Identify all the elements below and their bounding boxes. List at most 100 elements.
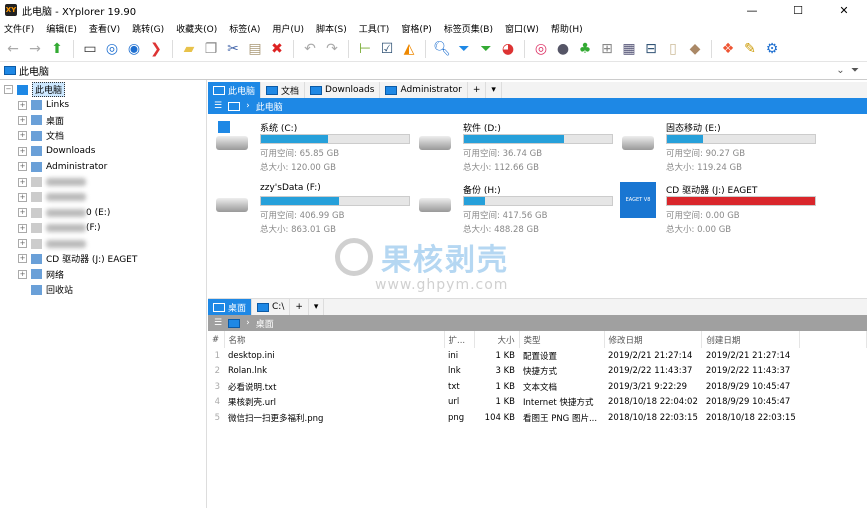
tree-item[interactable]: + [0, 174, 206, 189]
column-header[interactable]: 创建日期 [701, 331, 801, 348]
expander-icon[interactable]: + [18, 223, 27, 233]
minimize-button[interactable]: — [729, 4, 775, 17]
tree-green-icon[interactable]: ♣ [576, 40, 594, 58]
up-icon[interactable]: ⬆ [48, 40, 66, 58]
tree-item[interactable]: + Links [0, 97, 206, 112]
tab[interactable]: Downloads [305, 82, 381, 98]
expander-icon[interactable]: + [18, 162, 27, 172]
tab[interactable]: Administrator [380, 82, 468, 98]
menu-item[interactable]: 跳转(G) [132, 22, 164, 35]
tree-item[interactable]: + CD 驱动器 (J:) EAGET [0, 251, 206, 266]
tree-item[interactable]: + [0, 236, 206, 251]
tree-item[interactable]: + 文档 [0, 128, 206, 143]
breadcrumb-item[interactable]: 桌面 [256, 317, 274, 330]
table-row[interactable]: 1 desktop.ini ini 1 KB 配置设置 2019/2/21 21:27:1… [208, 348, 867, 364]
maximize-button[interactable]: ☐ [775, 4, 821, 17]
column-header[interactable]: 名称 [224, 331, 445, 348]
drive-item[interactable]: 系统 (C:) 可用空间: 65.85 GB 总大小: 120.00 GB [212, 118, 412, 173]
menu-icon[interactable]: ☰ [214, 101, 222, 111]
menu-item[interactable]: 工具(T) [359, 22, 390, 35]
add-tab-button[interactable]: + [468, 82, 487, 98]
close-button[interactable]: ✕ [821, 4, 867, 17]
search-icon[interactable]: 🔍︎ [433, 40, 451, 58]
pie-icon[interactable]: ◕ [499, 40, 517, 58]
add-tab-button[interactable]: + [290, 299, 309, 315]
tree-icon[interactable]: ⊢ [356, 40, 374, 58]
menu-item[interactable]: 用户(U) [272, 22, 304, 35]
tag-icon[interactable]: ◆ [686, 40, 704, 58]
column-header[interactable]: 扩... [444, 331, 475, 348]
column-header[interactable]: 类型 [519, 331, 605, 348]
undo-icon[interactable]: ↶ [301, 40, 319, 58]
breadcrumb-item[interactable]: 此电脑 [256, 100, 283, 113]
tab[interactable]: C:\ [252, 299, 291, 315]
expander-icon[interactable]: + [18, 192, 27, 202]
table-row[interactable]: 4 果核剥壳.url url 1 KB Internet 快捷方式 2018/10/18 … [208, 395, 867, 411]
tree-item[interactable]: +0 (E:) [0, 205, 206, 220]
drive-item[interactable]: 固态移动 (E:) 可用空间: 90.27 GB 总大小: 119.24 GB [618, 118, 818, 173]
colors-icon[interactable]: ❖ [719, 40, 737, 58]
menu-icon[interactable]: ☰ [214, 318, 222, 328]
redo-icon[interactable]: ↷ [323, 40, 341, 58]
tree-item[interactable]: + (F:) [0, 221, 206, 236]
tab[interactable]: 此电脑 [208, 82, 262, 98]
menu-item[interactable]: 帮助(H) [551, 22, 583, 35]
chevron-down-icon[interactable]: ⌄ ⏷ [836, 65, 859, 76]
expander-icon[interactable]: + [18, 239, 27, 249]
menu-item[interactable]: 编辑(E) [46, 22, 77, 35]
tree-item[interactable]: + Downloads [0, 144, 206, 159]
paste-icon[interactable]: ▤ [246, 40, 264, 58]
address-value[interactable]: 此电脑 [19, 63, 49, 78]
notebook-icon[interactable]: ▯ [664, 40, 682, 58]
green-filter-icon[interactable]: ⏷ [477, 40, 495, 58]
expander-icon[interactable]: + [18, 146, 27, 156]
dual-pane-icon[interactable]: ⊟ [642, 40, 660, 58]
column-header[interactable]: 大小 [474, 331, 520, 348]
delete-icon[interactable]: ✖ [268, 40, 286, 58]
column-header[interactable]: 修改日期 [604, 331, 703, 348]
tree-item[interactable]: +回收站 [0, 282, 206, 297]
menu-item[interactable]: 窗口(W) [505, 22, 539, 35]
settings-icon[interactable]: ⚙ [763, 40, 781, 58]
tree-item[interactable]: + 网络 [0, 267, 206, 282]
expander-icon[interactable]: + [18, 269, 27, 279]
expander-icon[interactable]: + [18, 115, 27, 125]
drive-item[interactable]: EAGET V8 CD 驱动器 (J:) EAGET 可用空间: 0.00 GB 总大… [618, 180, 818, 235]
cut-icon[interactable]: ✂ [224, 40, 242, 58]
table-row[interactable]: 2 Rolan.lnk lnk 3 KB 快捷方式 2019/2/22 11:43:37 2… [208, 364, 867, 380]
tab-list-dropdown-icon[interactable]: ▾ [486, 82, 502, 98]
pizza-icon[interactable]: ◭ [400, 40, 418, 58]
computer-icon[interactable]: ▭ [81, 40, 99, 58]
expander-icon[interactable]: + [18, 208, 27, 218]
tree-item[interactable]: + 桌面 [0, 113, 206, 128]
goto-icon[interactable]: ❯ [147, 40, 165, 58]
menu-item[interactable]: 标签(A) [229, 22, 260, 35]
tab[interactable]: 桌面 [208, 299, 253, 315]
back-icon[interactable]: ← [4, 40, 22, 58]
tree-item[interactable]: − 此电脑 [0, 82, 206, 98]
checkbox-icon[interactable]: ☑ [378, 40, 396, 58]
spiral-icon[interactable]: ◎ [532, 40, 550, 58]
grid-icon[interactable]: ⊞ [598, 40, 616, 58]
expander-icon[interactable]: − [4, 85, 13, 95]
table-row[interactable]: 3 必看说明.txt txt 1 KB 文本文档 2019/3/21 9:22:29 201… [208, 379, 867, 395]
menu-item[interactable]: 文件(F) [4, 22, 34, 35]
table-row[interactable]: 5 微信扫一扫更多福利.png png 104 KB 看图王 PNG 图片... 2018… [208, 410, 867, 426]
tab-list-dropdown-icon[interactable]: ▾ [309, 299, 325, 315]
brush-icon[interactable]: ✎ [741, 40, 759, 58]
new-folder-icon[interactable]: ▰ [180, 40, 198, 58]
filter-icon[interactable]: ⏷ [455, 40, 473, 58]
menu-item[interactable]: 窗格(P) [401, 22, 431, 35]
details-icon[interactable]: ▦ [620, 40, 638, 58]
expander-icon[interactable]: + [18, 254, 27, 264]
expander-icon[interactable]: + [18, 177, 27, 187]
expander-icon[interactable]: + [18, 131, 27, 141]
address-bar[interactable]: 此电脑 ⌄ ⏷ [0, 62, 867, 80]
tree-item[interactable]: + [0, 190, 206, 205]
menu-item[interactable]: 脚本(S) [316, 22, 347, 35]
drive-item[interactable]: 备份 (H:) 可用空间: 417.56 GB 总大小: 488.28 GB [415, 180, 615, 235]
moon-icon[interactable]: ● [554, 40, 572, 58]
tree-item[interactable]: + Administrator [0, 159, 206, 174]
menu-item[interactable]: 收藏夹(O) [176, 22, 217, 35]
tab[interactable]: 文档 [261, 82, 306, 98]
